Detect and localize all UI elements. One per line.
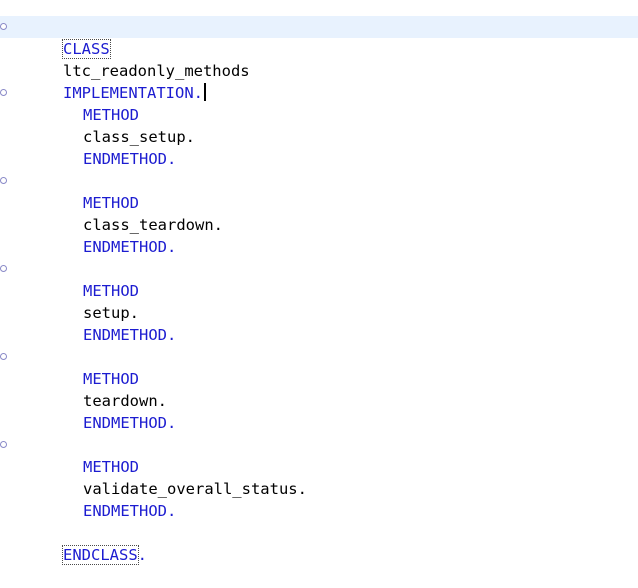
code-line-endmethod[interactable]: ENDMETHOD. [0, 214, 638, 256]
keyword-endclass: ENDCLASS [62, 545, 139, 565]
keyword-endmethod: ENDMETHOD [83, 238, 167, 256]
fold-marker-icon[interactable] [0, 265, 7, 272]
code-line-endmethod[interactable]: ENDMETHOD. [0, 302, 638, 344]
code-line-method[interactable]: METHOD teardown. [0, 346, 638, 410]
keyword-endmethod: ENDMETHOD [83, 150, 167, 168]
fold-marker-icon[interactable] [0, 441, 7, 448]
statement-dot: . [167, 150, 177, 168]
class-name: ltc_readonly_methods [63, 62, 250, 80]
keyword-method: METHOD [83, 282, 139, 300]
code-line-endmethod[interactable]: ENDMETHOD. [0, 478, 638, 520]
keyword-class: CLASS [62, 39, 111, 59]
fold-marker-icon[interactable] [0, 353, 7, 360]
code-editor[interactable]: CLASS ltc_readonly_methods IMPLEMENTATIO… [0, 0, 638, 565]
code-line-method[interactable]: METHOD class_setup. [0, 82, 638, 146]
code-line-endclass[interactable]: ENDCLASS. [0, 522, 638, 565]
keyword-endmethod: ENDMETHOD [83, 502, 167, 520]
keyword-method: METHOD [83, 194, 139, 212]
fold-marker-icon[interactable] [0, 23, 7, 30]
code-line-method[interactable]: METHOD class_teardown. [0, 170, 638, 234]
statement-dot: . [137, 546, 147, 564]
code-line-method[interactable]: METHOD validate_overall_status. [0, 434, 638, 498]
statement-dot: . [167, 414, 177, 432]
code-line-class[interactable]: CLASS ltc_readonly_methods IMPLEMENTATIO… [0, 16, 638, 102]
keyword-endmethod: ENDMETHOD [83, 414, 167, 432]
fold-marker-icon[interactable] [0, 89, 7, 96]
code-line-endmethod[interactable]: ENDMETHOD. [0, 390, 638, 432]
keyword-method: METHOD [83, 370, 139, 388]
code-line-endmethod[interactable]: ENDMETHOD. [0, 126, 638, 168]
keyword-method: METHOD [83, 106, 139, 124]
keyword-endmethod: ENDMETHOD [83, 326, 167, 344]
fold-marker-icon[interactable] [0, 177, 7, 184]
statement-dot: . [167, 502, 177, 520]
keyword-method: METHOD [83, 458, 139, 476]
statement-dot: . [167, 326, 177, 344]
statement-dot: . [167, 238, 177, 256]
code-line-method[interactable]: METHOD setup. [0, 258, 638, 322]
